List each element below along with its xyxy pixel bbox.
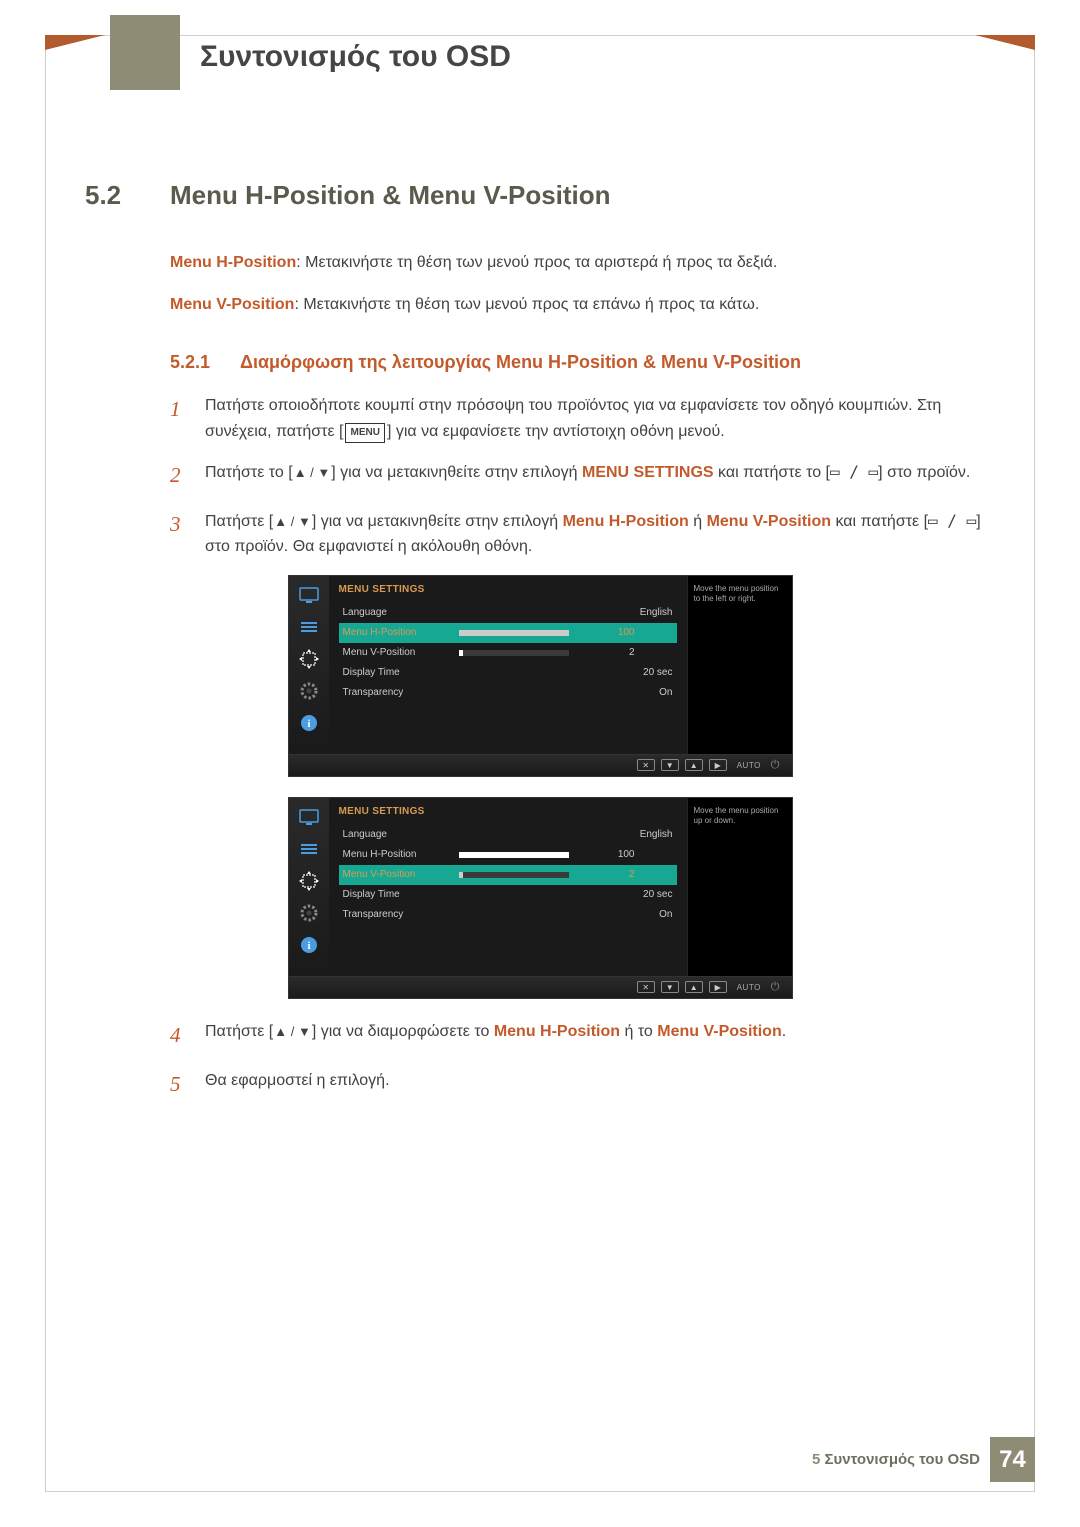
info-icon: i — [298, 714, 320, 732]
close-icon: ✕ — [637, 759, 655, 771]
enter-keys-icon: ▭ / ▭ — [830, 462, 878, 481]
step-5-body: Θα εφαρμοστεί η επιλογή. — [205, 1068, 995, 1102]
down-arrow-icon: ▼ — [661, 759, 679, 771]
step-3-hl2: Menu V-Position — [707, 513, 831, 530]
desc1-label: Menu H-Position — [170, 254, 296, 271]
osd-title: MENU SETTINGS — [339, 806, 677, 817]
osd-row-vposition-selected: Menu V-Position2 — [339, 865, 677, 885]
monitor-icon — [298, 586, 320, 604]
step-4: 4 Πατήστε [▲ / ▼] για να διαμορφώσετε το… — [170, 1019, 995, 1053]
page-footer: 5 Συντονισμός του OSD 74 — [812, 1437, 1035, 1482]
section-title: Menu H-Position & Menu V-Position — [170, 180, 611, 211]
step-2: 2 Πατήστε το [▲ / ▼] για να μετακινηθείτ… — [170, 459, 995, 493]
osd-row-displaytime: Display Time20 sec — [339, 663, 677, 683]
up-down-keys-icon: ▲ / ▼ — [294, 465, 331, 480]
footer-text: 5 Συντονισμός του OSD — [812, 1451, 980, 1468]
right-arrow-icon: ▶ — [709, 759, 727, 771]
monitor-icon — [298, 808, 320, 826]
osd-row-transparency: TransparencyOn — [339, 905, 677, 925]
slider-icon — [459, 630, 569, 636]
up-arrow-icon: ▲ — [685, 981, 703, 993]
osd-row-vposition: Menu V-Position2 — [339, 643, 677, 663]
osd-row-hposition-selected: Menu H-Position100 — [339, 623, 677, 643]
step-1-num: 1 — [170, 393, 205, 444]
step-1: 1 Πατήστε οποιοδήποτε κουμπί στην πρόσοψ… — [170, 393, 995, 444]
svg-text:i: i — [307, 718, 310, 730]
osd-help-text: Move the menu position up or down. — [687, 798, 792, 976]
osd-footer: ✕ ▼ ▲ ▶ AUTO ⏻ — [288, 755, 793, 777]
auto-label: AUTO — [733, 983, 765, 992]
close-icon: ✕ — [637, 981, 655, 993]
position-icon — [298, 650, 320, 668]
desc-v-position: Menu V-Position: Μετακινήστε τη θέση των… — [170, 293, 995, 317]
osd-sidebar: i — [289, 798, 329, 976]
step-2-highlight: MENU SETTINGS — [582, 464, 714, 481]
gear-icon — [298, 904, 320, 922]
list-icon — [298, 618, 320, 636]
desc-h-position: Menu H-Position: Μετακινήστε τη θέση των… — [170, 251, 995, 275]
step-5-num: 5 — [170, 1068, 205, 1102]
osd-main: MENU SETTINGS LanguageEnglish Menu H-Pos… — [329, 798, 687, 976]
step-4-num: 4 — [170, 1019, 205, 1053]
osd-help-text: Move the menu position to the left or ri… — [687, 576, 792, 754]
chapter-title: Συντονισμός του OSD — [200, 40, 511, 74]
osd-footer: ✕ ▼ ▲ ▶ AUTO ⏻ — [288, 977, 793, 999]
down-arrow-icon: ▼ — [661, 981, 679, 993]
desc1-text: : Μετακινήστε τη θέση των μενού προς τα … — [296, 254, 777, 271]
osd-row-language: LanguageEnglish — [339, 825, 677, 845]
desc2-label: Menu V-Position — [170, 296, 294, 313]
position-icon — [298, 872, 320, 890]
auto-label: AUTO — [733, 761, 765, 770]
slider-icon — [459, 852, 569, 858]
up-arrow-icon: ▲ — [685, 759, 703, 771]
info-icon: i — [298, 936, 320, 954]
corner-decor-right — [975, 35, 1035, 50]
desc2-text: : Μετακινήστε τη θέση των μενού προς τα … — [294, 296, 759, 313]
subsection-number: 5.2.1 — [170, 352, 240, 373]
step-3-num: 3 — [170, 508, 205, 560]
osd-row-transparency: TransparencyOn — [339, 683, 677, 703]
step-2-num: 2 — [170, 459, 205, 493]
step-4-body: Πατήστε [▲ / ▼] για να διαμορφώσετε το M… — [205, 1019, 995, 1053]
content-area: 5.2 Menu H-Position & Menu V-Position Me… — [85, 180, 995, 1116]
step-3-hl1: Menu H-Position — [563, 513, 689, 530]
step-3: 3 Πατήστε [▲ / ▼] για να μετακινηθείτε σ… — [170, 508, 995, 560]
section-row: 5.2 Menu H-Position & Menu V-Position — [85, 180, 995, 211]
osd-row-displaytime: Display Time20 sec — [339, 885, 677, 905]
osd-screenshot-hpos: i MENU SETTINGS LanguageEnglish Menu H-P… — [288, 575, 793, 777]
gear-icon — [298, 682, 320, 700]
step-4-hl2: Menu V-Position — [657, 1023, 781, 1040]
section-number: 5.2 — [85, 180, 170, 211]
osd-main: MENU SETTINGS LanguageEnglish Menu H-Pos… — [329, 576, 687, 754]
svg-text:i: i — [307, 940, 310, 952]
power-icon: ⏻ — [771, 981, 780, 994]
osd-row-hposition: Menu H-Position100 — [339, 845, 677, 865]
slider-icon — [459, 650, 569, 656]
up-down-keys-icon: ▲ / ▼ — [274, 514, 311, 529]
list-icon — [298, 840, 320, 858]
osd-title: MENU SETTINGS — [339, 584, 677, 595]
menu-button-glyph: MENU — [345, 423, 384, 443]
step-2-body: Πατήστε το [▲ / ▼] για να μετακινηθείτε … — [205, 459, 995, 493]
power-icon: ⏻ — [771, 759, 780, 772]
corner-decor-left — [45, 35, 105, 50]
step-4-hl1: Menu H-Position — [494, 1023, 620, 1040]
step-1-body: Πατήστε οποιοδήποτε κουμπί στην πρόσοψη … — [205, 393, 995, 444]
chapter-tab — [110, 15, 180, 90]
step-3-body: Πατήστε [▲ / ▼] για να μετακινηθείτε στη… — [205, 508, 995, 560]
slider-icon — [459, 872, 569, 878]
osd-screenshot-vpos: i MENU SETTINGS LanguageEnglish Menu H-P… — [288, 797, 793, 999]
right-arrow-icon: ▶ — [709, 981, 727, 993]
osd-sidebar: i — [289, 576, 329, 754]
osd-row-language: LanguageEnglish — [339, 603, 677, 623]
enter-keys-icon: ▭ / ▭ — [928, 511, 976, 530]
up-down-keys-icon: ▲ / ▼ — [274, 1024, 311, 1039]
subsection-row: 5.2.1 Διαμόρφωση της λειτουργίας Menu H-… — [85, 352, 995, 373]
page-number: 74 — [990, 1437, 1035, 1482]
step-5: 5 Θα εφαρμοστεί η επιλογή. — [170, 1068, 995, 1102]
subsection-title: Διαμόρφωση της λειτουργίας Menu H-Positi… — [240, 352, 801, 373]
